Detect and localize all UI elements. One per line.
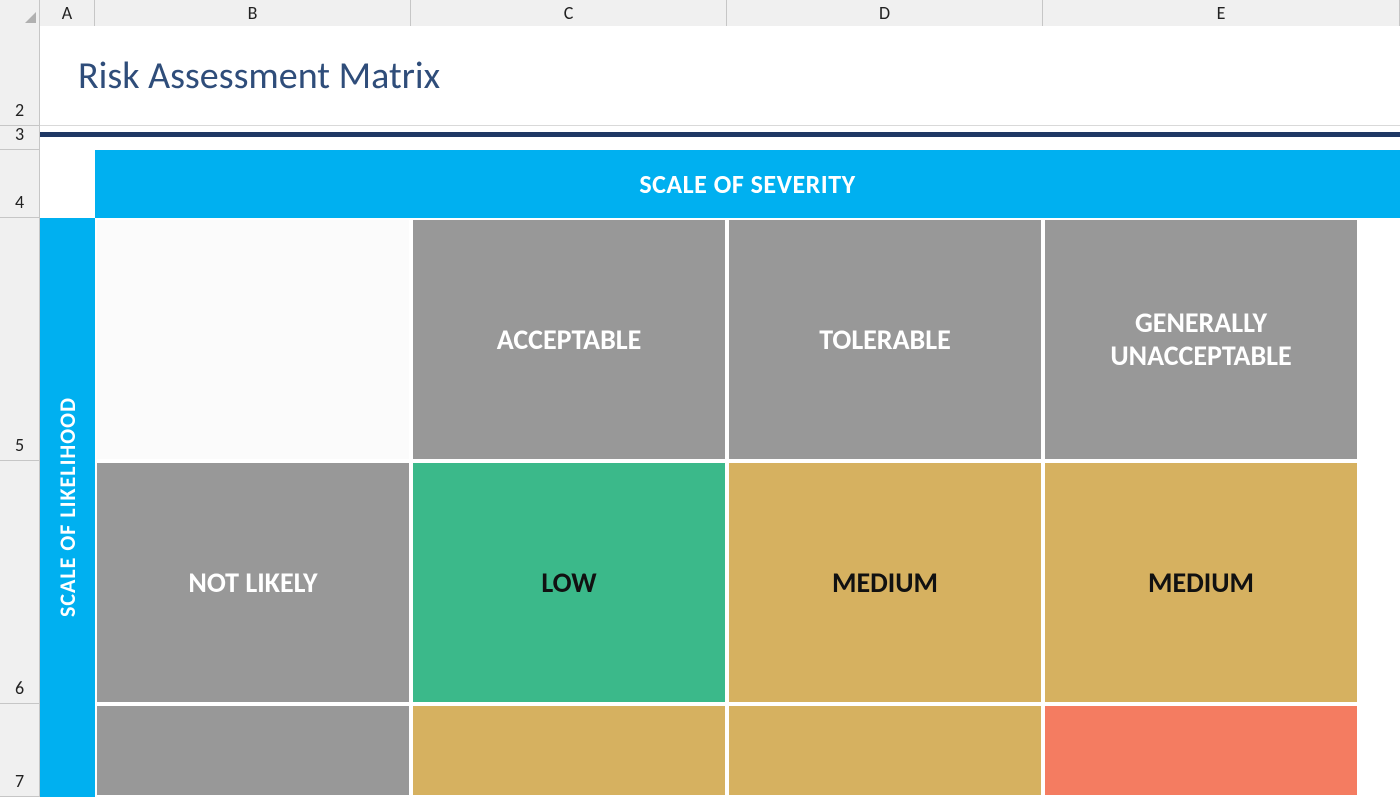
likelihood-header[interactable]: SCALE OF LIKELIHOOD xyxy=(40,218,95,797)
select-all-corner[interactable] xyxy=(0,0,40,26)
row-header-2[interactable]: 2 xyxy=(0,26,40,126)
cell-E7[interactable] xyxy=(1045,706,1357,795)
col-header-D[interactable]: D xyxy=(727,0,1043,26)
page-title[interactable]: Risk Assessment Matrix xyxy=(40,26,1400,126)
cell-D5[interactable]: TOLERABLE xyxy=(729,220,1041,459)
row-header-3[interactable]: 3 xyxy=(0,126,40,150)
cell-B6[interactable]: NOT LIKELY xyxy=(97,463,409,702)
col-header-E[interactable]: E xyxy=(1043,0,1400,26)
grid-content: Risk Assessment Matrix SCALE OF SEVERITY… xyxy=(40,26,1400,797)
row-header-column: 2 3 4 5 6 7 xyxy=(0,26,40,797)
cell-B5[interactable] xyxy=(97,220,409,459)
row-header-4[interactable]: 4 xyxy=(0,150,40,218)
row-header-7[interactable]: 7 xyxy=(0,704,40,797)
cell-D6[interactable]: MEDIUM xyxy=(729,463,1041,702)
cell-C7[interactable] xyxy=(413,706,725,795)
col-header-B[interactable]: B xyxy=(95,0,411,26)
matrix-row-5: ACCEPTABLE TOLERABLE GENERALLY UNACCEPTA… xyxy=(40,218,1400,461)
cell-E5[interactable]: GENERALLY UNACCEPTABLE xyxy=(1045,220,1357,459)
cell-E5-text: GENERALLY UNACCEPTABLE xyxy=(1053,307,1349,371)
row-header-6[interactable]: 6 xyxy=(0,461,40,704)
column-header-row: A B C D E xyxy=(0,0,1400,26)
col-header-C[interactable]: C xyxy=(411,0,727,26)
row-header-5[interactable]: 5 xyxy=(0,218,40,461)
cell-B7[interactable] xyxy=(97,706,409,795)
severity-header[interactable]: SCALE OF SEVERITY xyxy=(95,150,1400,218)
cell-C6[interactable]: LOW xyxy=(413,463,725,702)
divider-line xyxy=(40,132,1400,137)
divider-row xyxy=(40,126,1400,150)
matrix-row-6: NOT LIKELY LOW MEDIUM MEDIUM xyxy=(40,461,1400,704)
cell-D7[interactable] xyxy=(729,706,1041,795)
cell-A4[interactable] xyxy=(40,150,95,218)
spreadsheet-view: A B C D E 2 3 4 5 6 7 Risk Assessment Ma… xyxy=(0,0,1400,797)
cell-C5[interactable]: ACCEPTABLE xyxy=(413,220,725,459)
col-header-A[interactable]: A xyxy=(40,0,95,26)
severity-header-row: SCALE OF SEVERITY xyxy=(40,150,1400,218)
matrix-row-7 xyxy=(40,704,1400,797)
cell-E6[interactable]: MEDIUM xyxy=(1045,463,1357,702)
